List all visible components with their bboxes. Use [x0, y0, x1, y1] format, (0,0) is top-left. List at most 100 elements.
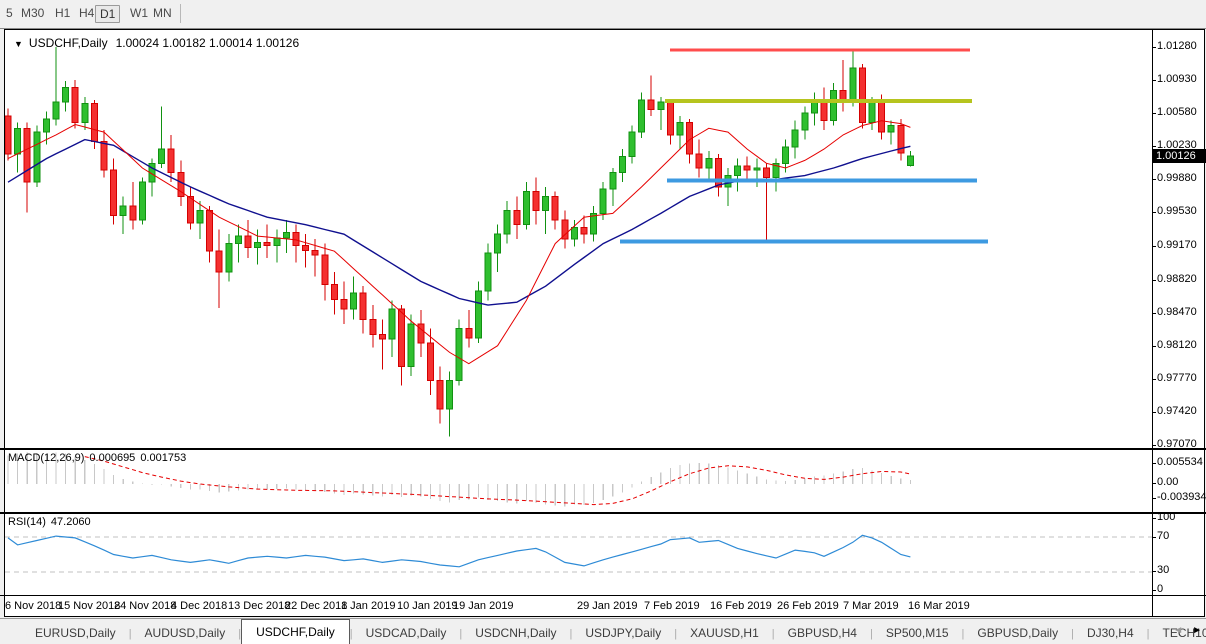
- price-tick: [1152, 280, 1156, 281]
- candle: [389, 300, 395, 357]
- candle: [197, 201, 203, 239]
- date-axis-label: 4 Dec 2018: [171, 600, 227, 612]
- rsi-value: 47.2060: [51, 516, 91, 528]
- rsi-axis-label: 70: [1157, 530, 1206, 542]
- candle: [504, 201, 510, 244]
- price-axis-label: 0.99170: [1157, 239, 1206, 251]
- price-tick: [1152, 113, 1156, 114]
- macd-axis-label: -0.003934: [1157, 491, 1206, 503]
- candle: [149, 159, 155, 197]
- candle: [111, 159, 117, 225]
- date-axis-label: 6 Nov 2018: [5, 600, 61, 612]
- candle: [207, 206, 213, 263]
- tab-dj30-h4[interactable]: DJ30,H4: [1074, 622, 1147, 644]
- tab-usdcad-daily[interactable]: USDCAD,Daily: [353, 622, 460, 644]
- candle: [466, 310, 472, 348]
- timeframe-5[interactable]: 5: [2, 5, 17, 21]
- price-tick: [1152, 313, 1156, 314]
- candle: [360, 286, 366, 333]
- tab-usdchf-daily[interactable]: USDCHF,Daily: [241, 619, 350, 644]
- rsi-panel-surface[interactable]: [5, 514, 1152, 594]
- candle: [187, 187, 193, 230]
- tab-eurusd-daily[interactable]: EURUSD,Daily: [22, 622, 129, 644]
- toolbar-separator: [180, 4, 181, 23]
- price-chart-surface[interactable]: [5, 31, 1152, 447]
- candle: [72, 80, 78, 128]
- date-axis-label: 13 Dec 2018: [228, 600, 290, 612]
- candle: [514, 196, 520, 239]
- tab-scroll-left-icon[interactable]: ◄: [1173, 625, 1183, 636]
- date-axis-label: 26 Feb 2019: [777, 600, 839, 612]
- candle: [101, 130, 107, 177]
- price-tick: [1152, 246, 1156, 247]
- rsi-axis-label: 30: [1157, 564, 1206, 576]
- macd-main-value: 0.000695: [89, 452, 135, 464]
- candle: [629, 125, 635, 163]
- timeframe-h1[interactable]: H1: [51, 5, 74, 21]
- price-axis-label: 0.97770: [1157, 372, 1206, 384]
- candle: [543, 187, 549, 234]
- candle: [533, 177, 539, 224]
- candle: [840, 60, 846, 111]
- candle: [63, 81, 69, 111]
- candle: [447, 371, 453, 436]
- tab-audusd-daily[interactable]: AUDUSD,Daily: [132, 622, 239, 644]
- candle: [24, 123, 30, 213]
- candle: [437, 367, 443, 424]
- price-axis-label: 0.97070: [1157, 438, 1206, 450]
- price-axis-label: 0.98120: [1157, 339, 1206, 351]
- tab-gbpusd-daily[interactable]: GBPUSD,Daily: [964, 622, 1071, 644]
- rsi-splitter[interactable]: [0, 512, 1206, 514]
- tab-usdjpy-daily[interactable]: USDJPY,Daily: [572, 622, 674, 644]
- tab-usdcnh-daily[interactable]: USDCNH,Daily: [462, 622, 569, 644]
- date-axis-label: 7 Feb 2019: [644, 600, 700, 612]
- candle: [907, 151, 913, 167]
- tab-xauusd-h1[interactable]: XAUUSD,H1: [677, 622, 772, 644]
- price-axis-label: 0.98820: [1157, 273, 1206, 285]
- candle: [610, 168, 616, 206]
- candle: [475, 281, 481, 342]
- candle: [792, 121, 798, 159]
- chart-tab-bar: EURUSD,Daily|AUDUSD,Daily|USDCHF,Daily|U…: [0, 618, 1206, 644]
- macd-splitter[interactable]: [0, 448, 1206, 450]
- candle: [322, 244, 328, 301]
- tab-scroll-buttons: ◄►: [1173, 625, 1202, 636]
- candle: [619, 149, 625, 182]
- candle: [274, 229, 280, 262]
- date-axis-label: 24 Nov 2018: [114, 600, 176, 612]
- chart-dropdown-icon[interactable]: ▼: [14, 39, 23, 49]
- candle: [715, 154, 721, 197]
- candle: [5, 108, 11, 160]
- price-axis-label: 0.99530: [1157, 205, 1206, 217]
- price-tick: [1152, 179, 1156, 180]
- price-tick: [1152, 80, 1156, 81]
- price-axis-label: 1.00580: [1157, 106, 1206, 118]
- date-axis-label: 16 Feb 2019: [710, 600, 772, 612]
- price-tick: [1152, 346, 1156, 347]
- candle: [485, 244, 491, 301]
- tab-sp500-m15[interactable]: SP500,M15: [873, 622, 962, 644]
- tab-scroll-right-icon[interactable]: ►: [1192, 625, 1202, 636]
- tabs-holder: EURUSD,Daily|AUDUSD,Daily|USDCHF,Daily|U…: [22, 619, 1206, 644]
- candle: [831, 83, 837, 126]
- timeframe-m30[interactable]: M30: [17, 5, 48, 21]
- candle: [773, 159, 779, 192]
- date-axis-label: 16 Mar 2019: [908, 600, 970, 612]
- candle: [552, 192, 558, 230]
- rsi-tick: [1152, 518, 1156, 519]
- price-tick: [1152, 412, 1156, 413]
- current-price-marker: 1.00126: [1153, 149, 1206, 163]
- tab-gbpusd-h4[interactable]: GBPUSD,H4: [775, 622, 870, 644]
- timeframe-mn[interactable]: MN: [149, 5, 176, 21]
- candle: [456, 319, 462, 385]
- chart-symbol-label: USDCHF,Daily: [29, 36, 108, 50]
- date-axis-label: 29 Jan 2019: [577, 600, 638, 612]
- timeframe-d1[interactable]: D1: [95, 5, 120, 23]
- chart-title: ▼USDCHF,Daily1.00024 1.00182 1.00014 1.0…: [14, 36, 299, 50]
- macd-axis-label: 0.00: [1157, 476, 1206, 488]
- candle: [168, 135, 174, 182]
- price-axis-label: 0.97420: [1157, 405, 1206, 417]
- price-axis-label: 1.00930: [1157, 73, 1206, 85]
- candle: [370, 305, 376, 348]
- candle: [802, 107, 808, 140]
